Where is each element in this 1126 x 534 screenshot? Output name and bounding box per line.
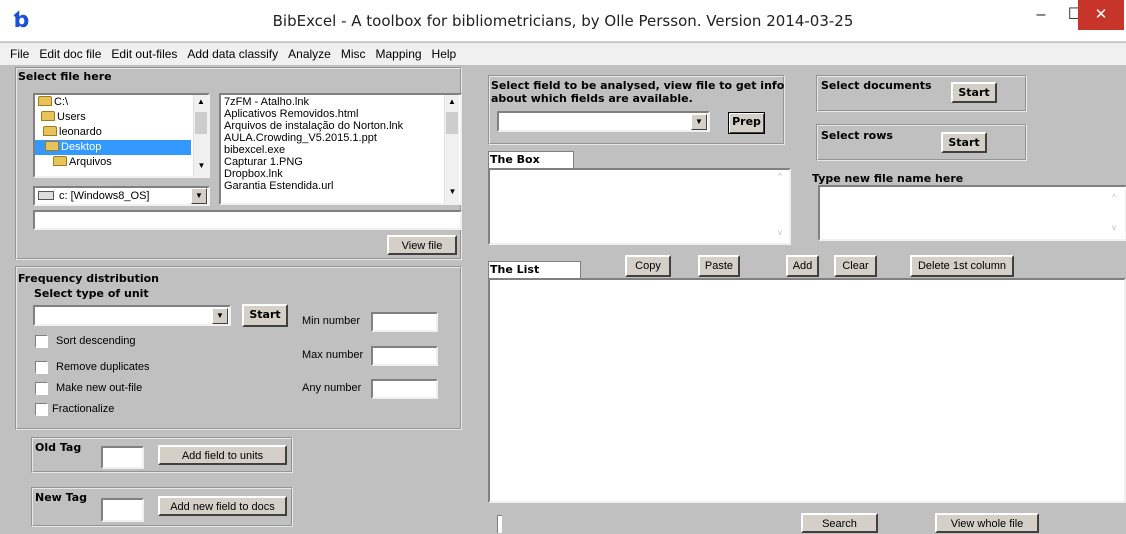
- old-tag-label: Old Tag: [35, 441, 82, 454]
- file-path-field[interactable]: [33, 210, 462, 230]
- field-select-title-1: Select field to be analysed, view file t…: [491, 79, 785, 92]
- add-new-field-to-docs-button[interactable]: Add new field to docs: [158, 496, 287, 516]
- drive-select[interactable]: c: [Windows8_OS] ▼: [33, 186, 210, 206]
- clear-button[interactable]: Clear: [834, 255, 877, 277]
- max-number-field[interactable]: [371, 346, 438, 366]
- file-list-item[interactable]: Garantia Estendida.url: [224, 180, 460, 192]
- field-select-title-2: about which fields are available.: [491, 92, 693, 105]
- tree-item-desktop[interactable]: Desktop: [35, 140, 191, 155]
- menu-misc[interactable]: Misc: [336, 43, 371, 65]
- file-list-item[interactable]: Dropbox.lnk: [224, 168, 460, 180]
- file-list-item[interactable]: Arquivos de instalação do Norton.lnk: [224, 120, 460, 132]
- menu-analyze[interactable]: Analyze: [283, 43, 336, 65]
- tree-item-users[interactable]: Users: [35, 110, 208, 125]
- title-bar: BibExcel - A toolbox for bibliometrician…: [0, 0, 1126, 42]
- folder-open-icon: [38, 96, 52, 106]
- fractionalize-label: Fractionalize: [52, 403, 115, 415]
- chevron-down-icon[interactable]: ▼: [691, 114, 707, 130]
- the-list-title: The List: [490, 263, 540, 276]
- file-list-item[interactable]: bibexcel.exe: [224, 144, 460, 156]
- paste-button[interactable]: Paste: [698, 255, 740, 277]
- file-list-item[interactable]: 7zFM - Atalho.lnk: [224, 96, 460, 108]
- the-box-text[interactable]: [488, 168, 791, 245]
- directory-tree[interactable]: ▲ ▼ C:\ Users leonardo Desktop Arquivos: [33, 93, 210, 178]
- view-whole-file-button[interactable]: View whole file: [935, 513, 1039, 533]
- view-file-button[interactable]: View file: [387, 235, 457, 255]
- select-documents-start-button[interactable]: Start: [951, 82, 997, 103]
- tree-item-c-drive[interactable]: C:\: [35, 95, 208, 110]
- file-list-scrollbar[interactable]: ▲ ▼: [444, 95, 459, 203]
- the-box-scrollbar[interactable]: ^ v: [772, 170, 788, 243]
- folder-open-icon: [43, 126, 57, 136]
- drive-icon: [38, 191, 54, 200]
- file-list-item[interactable]: AULA.Crowding_V5.2015.1.ppt: [224, 132, 460, 144]
- add-field-to-units-button[interactable]: Add field to units: [158, 445, 287, 465]
- tree-item-leonardo[interactable]: leonardo: [35, 125, 208, 140]
- prep-button[interactable]: Prep: [728, 112, 765, 134]
- remove-duplicates-checkbox[interactable]: [35, 361, 48, 374]
- file-list-item[interactable]: Capturar 1.PNG: [224, 156, 460, 168]
- the-box-title: The Box: [490, 153, 540, 166]
- old-tag-field[interactable]: [101, 446, 144, 469]
- sort-descending-checkbox[interactable]: [35, 335, 48, 348]
- min-number-field[interactable]: [371, 312, 438, 332]
- select-documents-title: Select documents: [821, 79, 932, 92]
- the-list-area[interactable]: [488, 278, 1126, 503]
- select-rows-title: Select rows: [821, 129, 893, 142]
- tree-scrollbar[interactable]: ▲ ▼: [193, 95, 208, 176]
- tree-item-arquivos[interactable]: Arquivos: [35, 155, 208, 170]
- select-file-title: Select file here: [18, 70, 112, 83]
- file-list[interactable]: ▲ ▼ 7zFM - Atalho.lnk Aplicativos Removi…: [219, 93, 462, 205]
- file-list-item[interactable]: Aplicativos Removidos.html: [224, 108, 460, 120]
- close-button[interactable]: ✕: [1078, 0, 1124, 30]
- new-file-name-field[interactable]: [818, 185, 1126, 241]
- make-new-outfile-label: Make new out-file: [56, 382, 143, 394]
- menu-file[interactable]: File: [0, 43, 34, 65]
- frequency-title: Frequency distribution: [18, 272, 159, 285]
- fractionalize-checkbox[interactable]: [35, 403, 48, 416]
- menu-mapping[interactable]: Mapping: [371, 43, 427, 65]
- make-new-outfile-checkbox[interactable]: [35, 382, 48, 395]
- new-tag-label: New Tag: [35, 491, 88, 504]
- unit-type-label: Select type of unit: [34, 287, 149, 300]
- any-number-field[interactable]: [371, 379, 438, 399]
- app-icon[interactable]: ƅ: [13, 10, 35, 32]
- chevron-down-icon[interactable]: ▼: [191, 188, 207, 204]
- new-tag-field[interactable]: [101, 498, 144, 522]
- minimize-button[interactable]: –: [1024, 0, 1058, 30]
- menu-add-data-classify[interactable]: Add data classify: [182, 43, 283, 65]
- min-number-label: Min number: [302, 315, 361, 327]
- any-number-label: Any number: [302, 382, 362, 394]
- field-select-dropdown[interactable]: ▼: [497, 111, 710, 132]
- folder-open-icon: [45, 141, 59, 151]
- sort-descending-label: Sort descending: [56, 335, 136, 347]
- remove-duplicates-label: Remove duplicates: [56, 361, 150, 373]
- select-rows-start-button[interactable]: Start: [941, 132, 987, 153]
- chevron-down-icon[interactable]: ▼: [212, 308, 228, 324]
- menu-edit-out-files[interactable]: Edit out-files: [106, 43, 182, 65]
- search-button[interactable]: Search: [801, 513, 878, 533]
- unit-type-dropdown[interactable]: ▼: [33, 305, 231, 326]
- menu-edit-doc-file[interactable]: Edit doc file: [34, 43, 106, 65]
- delete-first-column-button[interactable]: Delete 1st column: [910, 255, 1014, 277]
- menu-help[interactable]: Help: [427, 43, 462, 65]
- max-number-label: Max number: [302, 349, 364, 361]
- status-indicator: [497, 515, 502, 533]
- frequency-start-button[interactable]: Start: [242, 304, 288, 327]
- window-title: BibExcel - A toolbox for bibliometrician…: [272, 12, 854, 30]
- copy-button[interactable]: Copy: [625, 255, 671, 277]
- menu-bar: File Edit doc file Edit out-files Add data …: [0, 43, 1126, 65]
- add-button[interactable]: Add: [786, 255, 819, 277]
- new-file-name-scrollbar[interactable]: ^ v: [1106, 187, 1122, 239]
- folder-open-icon: [41, 111, 55, 121]
- new-file-name-title: Type new file name here: [812, 172, 964, 185]
- folder-icon: [53, 156, 67, 166]
